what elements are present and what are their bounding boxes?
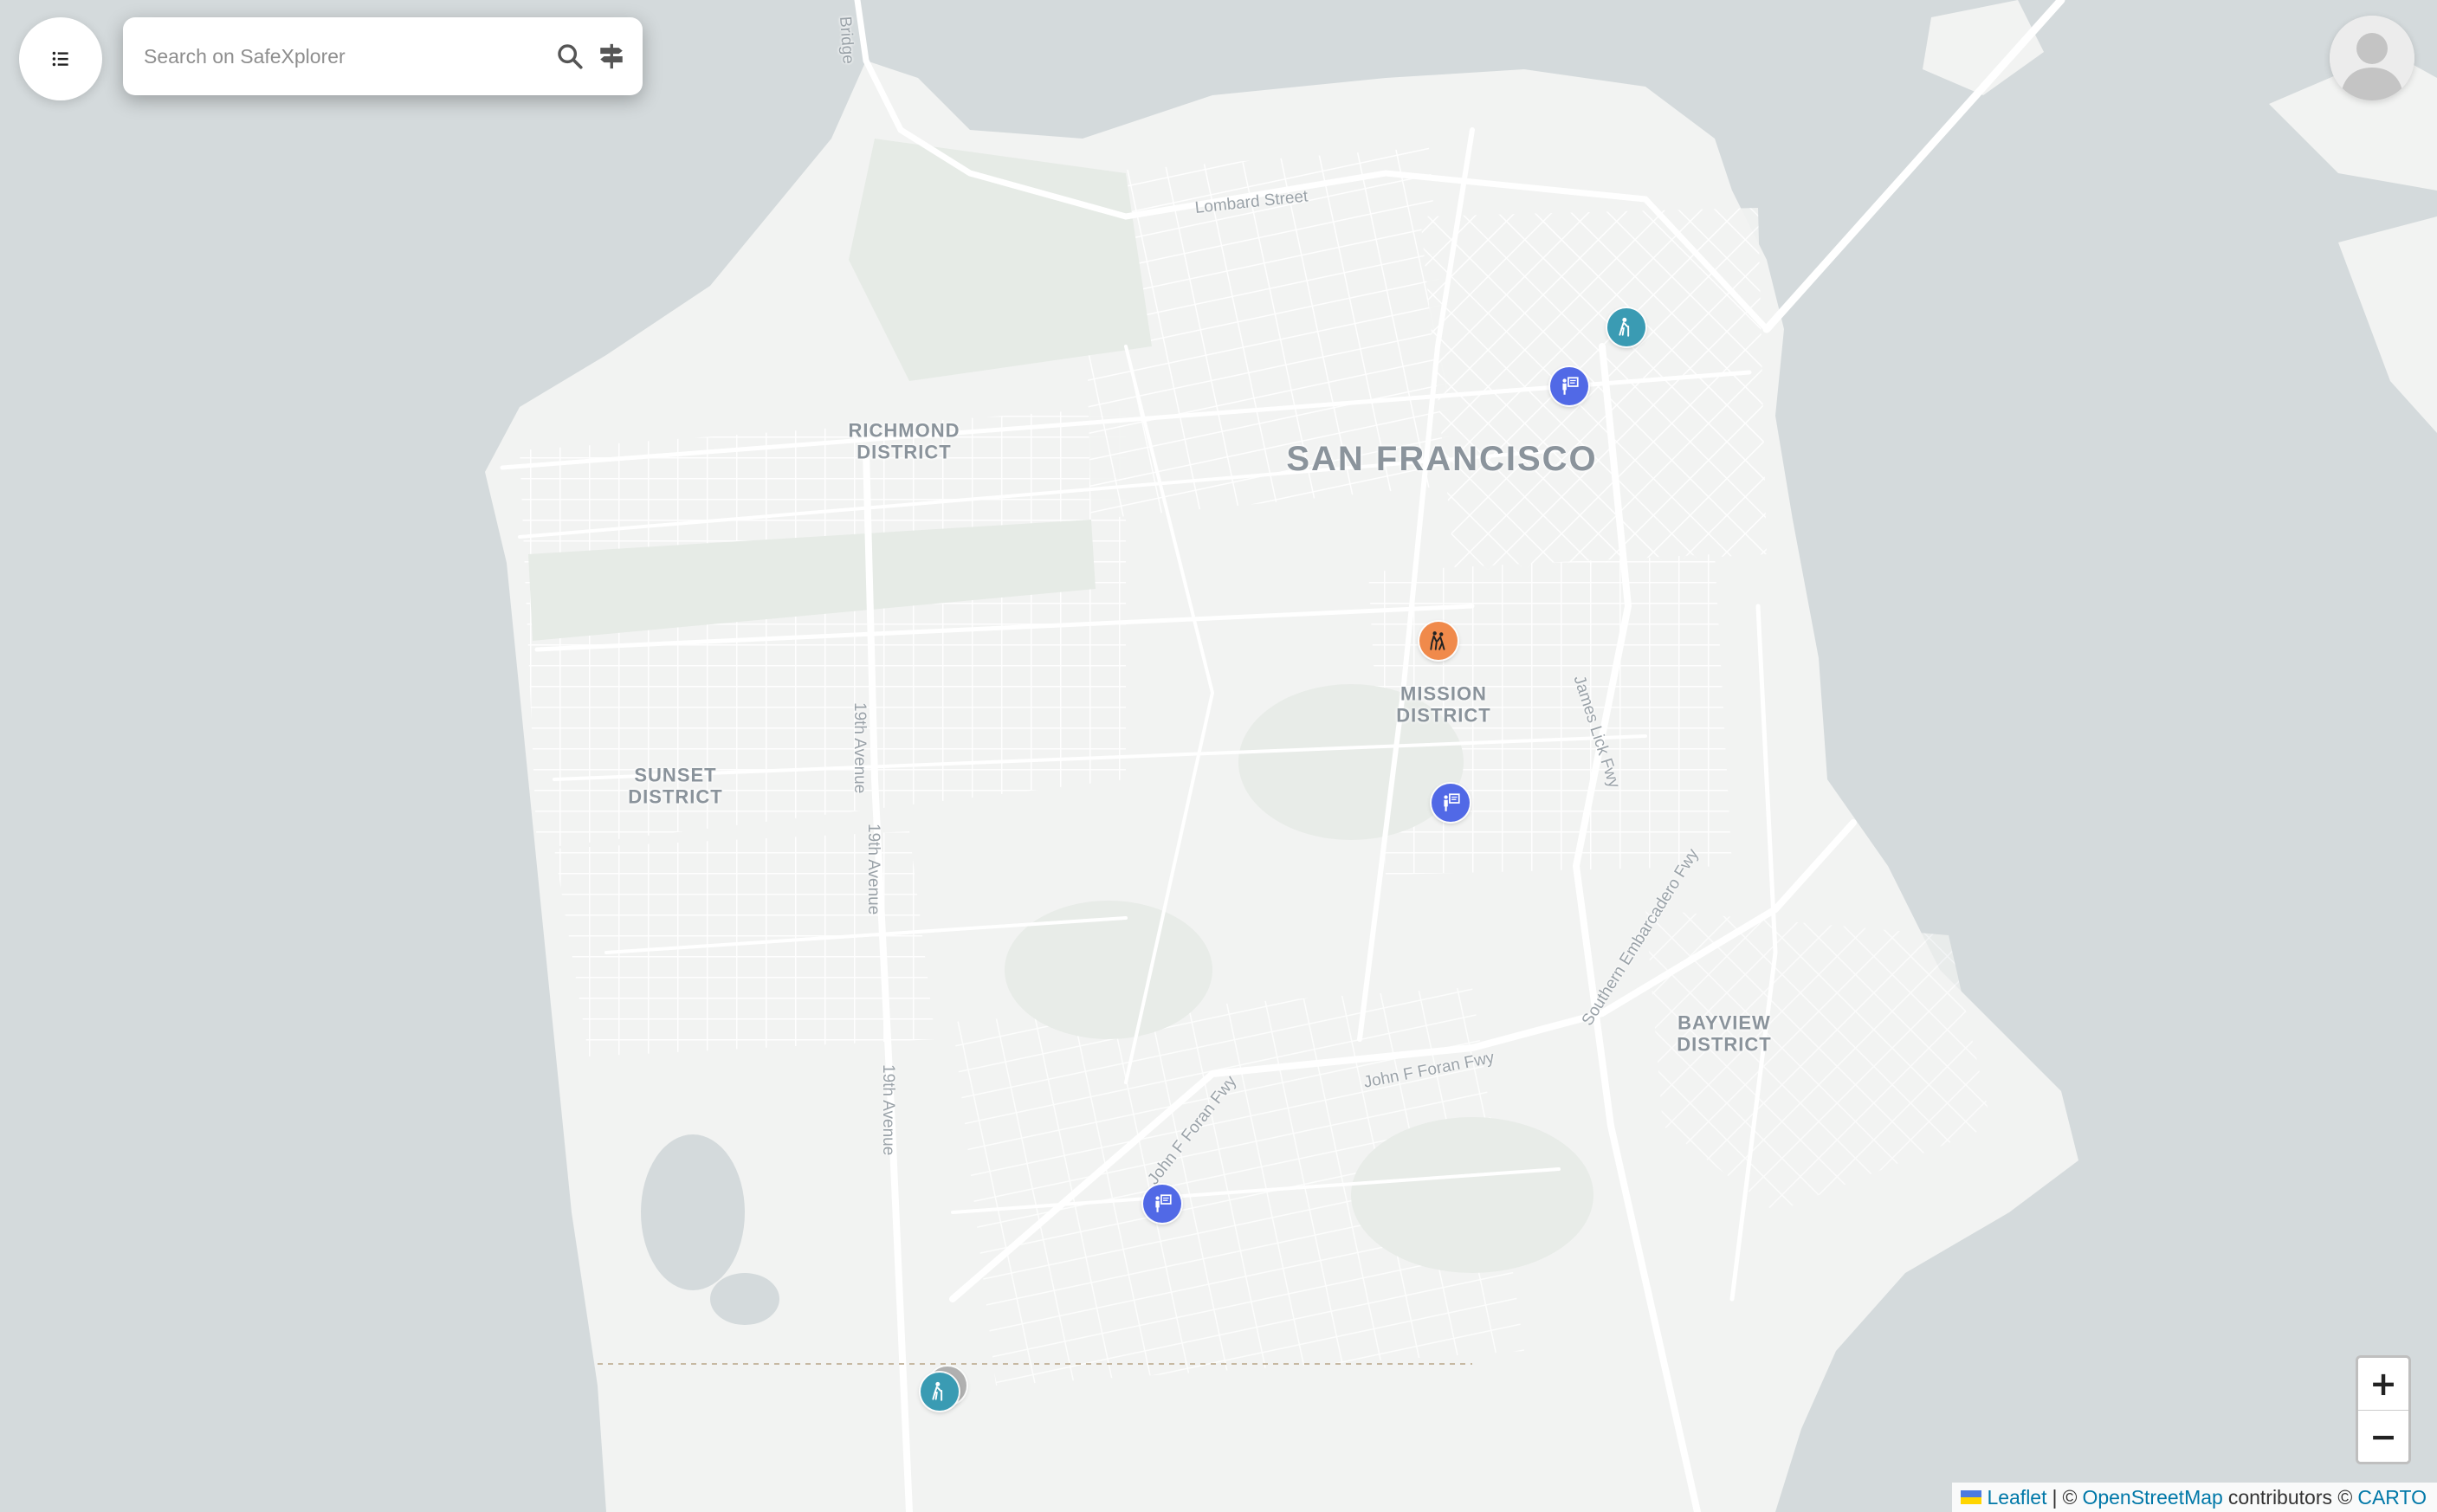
ukraine-flag-icon [1961, 1490, 1982, 1504]
presentation-icon [1562, 377, 1579, 395]
map-marker-blue-1[interactable] [1550, 367, 1588, 405]
user-avatar-icon [2330, 16, 2414, 100]
map-marker-teal-2[interactable] [921, 1373, 959, 1411]
map-app: SAN FRANCISCO RICHMOND DISTRICT SUNSET D… [0, 0, 2437, 1512]
zoom-control: + − [2356, 1355, 2411, 1464]
presentation-icon [1155, 1194, 1172, 1212]
signpost-icon [600, 43, 623, 69]
map-canvas[interactable] [0, 0, 2437, 1512]
map-marker-teal-1[interactable] [1607, 308, 1645, 346]
presentation-icon [1444, 793, 1460, 811]
attribution-separator: | [2052, 1485, 2058, 1509]
osm-link[interactable]: OpenStreetMap [2082, 1486, 2222, 1509]
people-pushing-icon [1430, 631, 1445, 650]
menu-button[interactable] [19, 17, 102, 100]
list-icon [52, 51, 68, 67]
search-icon [558, 44, 583, 69]
map-marker-blue-2[interactable] [1432, 784, 1470, 822]
zoom-out-button[interactable]: − [2358, 1411, 2408, 1462]
attribution-contributors: contributors © [2227, 1485, 2353, 1509]
search-bar [123, 17, 643, 95]
map-attribution: Leaflet | © OpenStreetMap contributors ©… [1952, 1483, 2437, 1512]
attribution-copyright: © [2062, 1485, 2078, 1509]
map-marker-blue-3[interactable] [1143, 1185, 1181, 1223]
carto-link[interactable]: CARTO [2357, 1486, 2427, 1509]
filter-button[interactable] [591, 36, 632, 77]
search-input[interactable] [142, 43, 549, 69]
cane-person-icon [1619, 317, 1630, 337]
search-button[interactable] [549, 36, 591, 77]
cane-person-icon [932, 1381, 943, 1401]
user-avatar-button[interactable] [2330, 16, 2414, 100]
presidio-park [849, 139, 1152, 381]
zoom-in-button[interactable]: + [2358, 1358, 2408, 1411]
map-marker-orange-1[interactable] [1419, 622, 1458, 660]
leaflet-link[interactable]: Leaflet [1987, 1486, 2046, 1509]
